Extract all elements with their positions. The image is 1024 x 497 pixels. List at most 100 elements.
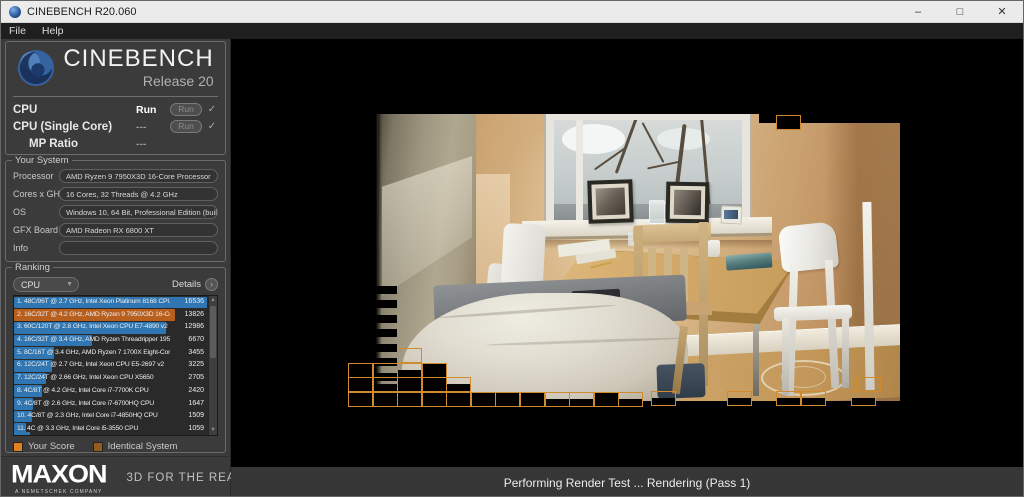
ranking-row-score: 2420 [188, 386, 204, 394]
render-bucket [446, 377, 471, 392]
ranking-row[interactable]: 1. 48C/96T @ 2.7 GHz, Intel Xeon Platinu… [14, 296, 207, 309]
minimize-button[interactable]: – [897, 1, 939, 23]
render-bucket [397, 392, 422, 407]
render-progress-stripe [373, 286, 397, 294]
render-bucket [471, 392, 496, 407]
cores-field: 16 Cores, 32 Threads @ 4.2 GHz [59, 187, 218, 201]
ranking-row-label: 3. 60C/120T @ 2.8 GHz, Intel Xeon CPU E7… [17, 323, 168, 331]
details-button[interactable]: › [205, 277, 218, 291]
maximize-button[interactable]: □ [939, 1, 981, 23]
chevron-right-icon: › [210, 278, 213, 289]
scroll-down-icon[interactable]: ▼ [209, 426, 217, 435]
system-row-cores: Cores x GHz 16 Cores, 32 Threads @ 4.2 G… [13, 187, 218, 201]
render-bucket [373, 377, 398, 392]
ranking-row[interactable]: 11. 4C @ 3.3 GHz, Intel Core i5-3550 CPU… [14, 423, 207, 435]
ranking-row-partial [14, 432, 30, 435]
ranking-filter-select[interactable]: CPU ▼ [13, 276, 79, 292]
sidebar: CINEBENCH Release 20 CPU Run Run ✓ CPU (… [1, 39, 293, 496]
menubar: File Help [1, 23, 1023, 39]
cpu-single-label: CPU (Single Core) [13, 120, 113, 133]
processor-field: AMD Ryzen 9 7950X3D 16-Core Processor [59, 169, 218, 183]
scroll-up-icon[interactable]: ▲ [209, 296, 217, 305]
render-bucket [348, 363, 373, 378]
ranking-row-label: 7. 12C/24T @ 2.66 GHz, Intel Xeon CPU X5… [17, 374, 154, 382]
system-row-info: Info [13, 241, 218, 255]
ranking-row[interactable]: 8. 4C/8T @ 4.2 GHz, Intel Core i7-7700K … [14, 385, 207, 398]
menu-file[interactable]: File [1, 23, 34, 39]
render-progress-stripe [373, 300, 397, 308]
ranking-row[interactable]: 5. 8C/16T @ 3.4 GHz, AMD Ryzen 7 1700X E… [14, 347, 207, 360]
maxon-subtitle: A NEMETSCHEK COMPANY [15, 488, 103, 495]
ranking-row[interactable]: 7. 12C/24T @ 2.66 GHz, Intel Xeon CPU X5… [14, 372, 207, 385]
divider [13, 96, 218, 97]
render-bucket [422, 363, 447, 378]
ranking-row-score: 13826 [184, 310, 204, 318]
scrollbar-thumb[interactable] [210, 306, 216, 358]
render-bucket [348, 392, 373, 407]
render-bucket [618, 392, 643, 407]
ranking-row[interactable]: 2. 16C/32T @ 4.2 GHz, AMD Ryzen 9 7950X3… [14, 309, 207, 322]
gfx-field: AMD Radeon RX 6800 XT [59, 223, 218, 237]
cores-label: Cores x GHz [13, 189, 65, 199]
ranking-row-label: 4. 16C/32T @ 3.4 GHz, AMD Ryzen Threadri… [17, 336, 170, 344]
your-score-swatch [13, 441, 23, 452]
cinebench-logo-icon [18, 49, 55, 87]
ranking-row-label: 6. 12C/24T @ 2.7 GHz, Intel Xeon CPU E5-… [17, 361, 164, 369]
ranking-scrollbar[interactable]: ▲ ▼ [208, 296, 217, 435]
ranking-row-label: 11. 4C @ 3.3 GHz, Intel Core i5-3550 CPU [17, 424, 139, 432]
ranking-group: Ranking CPU ▼ Details › 1. 48C/96T @ 2.7… [5, 262, 226, 453]
render-bucket [776, 391, 801, 406]
ranking-row[interactable]: 10. 4C/8T @ 2.3 GHz, Intel Core i7-4850H… [14, 410, 207, 423]
titlebar: CINEBENCH R20.060 – □ ✕ [1, 1, 1023, 23]
os-label: OS [13, 207, 27, 217]
ranking-row[interactable]: 9. 4C/8T @ 2.6 GHz, Intel Core i7-6700HQ… [14, 398, 207, 411]
render-bucket [545, 392, 570, 407]
system-row-processor: Processor AMD Ryzen 9 7950X3D 16-Core Pr… [13, 169, 218, 183]
mp-ratio-label: MP Ratio [29, 137, 78, 150]
ranking-legend: Your Score Identical System [13, 441, 218, 452]
cinebench-window: CINEBENCH R20.060 – □ ✕ File Help CINEBE… [0, 0, 1024, 497]
ranking-row-score: 3225 [188, 361, 204, 369]
system-row-gfx: GFX Board AMD Radeon RX 6800 XT [13, 223, 218, 237]
render-bucket [727, 391, 752, 406]
ranking-row-label: 2. 16C/32T @ 4.2 GHz, AMD Ryzen 9 7950X3… [17, 310, 170, 318]
details-label: Details [171, 278, 201, 290]
render-bucket [397, 377, 422, 392]
close-button[interactable]: ✕ [981, 1, 1023, 23]
render-bucket [446, 392, 471, 407]
cpu-single-value: --- [136, 120, 147, 133]
maxon-logo: MAXON A NEMETSCHEK COMPANY [11, 459, 107, 495]
branding-bar: MAXON A NEMETSCHEK COMPANY 3D FOR THE RE… [1, 456, 293, 496]
ranking-row-score: 1647 [188, 399, 204, 407]
identical-system-swatch [92, 441, 103, 452]
ranking-row-label: 1. 48C/96T @ 2.7 GHz, Intel Xeon Platinu… [17, 298, 170, 305]
render-bucket [373, 392, 398, 407]
render-bucket [651, 391, 676, 406]
ranking-list: 1. 48C/96T @ 2.7 GHz, Intel Xeon Platinu… [13, 295, 218, 436]
benchmark-row-mp-ratio: MP Ratio --- [13, 135, 218, 152]
render-bucket [776, 115, 801, 130]
render-bucket [422, 377, 447, 392]
render-bucket [495, 392, 520, 407]
ranking-row[interactable]: 3. 60C/120T @ 2.8 GHz, Intel Xeon CPU E7… [14, 321, 207, 334]
render-progress-stripe [373, 315, 397, 323]
identical-system-label: Identical System [107, 441, 178, 452]
cpu-label: CPU [13, 103, 38, 116]
your-system-title: Your System [12, 155, 72, 166]
app-icon [9, 5, 21, 18]
ranking-filter-value: CPU [21, 279, 41, 290]
processor-label: Processor [13, 171, 54, 181]
chevron-down-icon: ▼ [66, 281, 73, 288]
ranking-row-score: 2705 [188, 374, 204, 382]
window-title: CINEBENCH R20.060 [27, 5, 137, 18]
render-bucket [569, 392, 594, 407]
render-bucket-overlay [231, 39, 1023, 496]
maxon-name: MAXON [11, 459, 107, 488]
render-bucket [397, 363, 422, 378]
menu-help[interactable]: Help [34, 23, 72, 39]
ranking-row[interactable]: 4. 16C/32T @ 3.4 GHz, AMD Ryzen Threadri… [14, 334, 207, 347]
cpu-run-button[interactable]: Run [170, 103, 202, 116]
ranking-row-score: 1059 [188, 424, 204, 432]
ranking-row[interactable]: 6. 12C/24T @ 2.7 GHz, Intel Xeon CPU E5-… [14, 359, 207, 372]
cpu-single-run-button[interactable]: Run [170, 120, 202, 133]
